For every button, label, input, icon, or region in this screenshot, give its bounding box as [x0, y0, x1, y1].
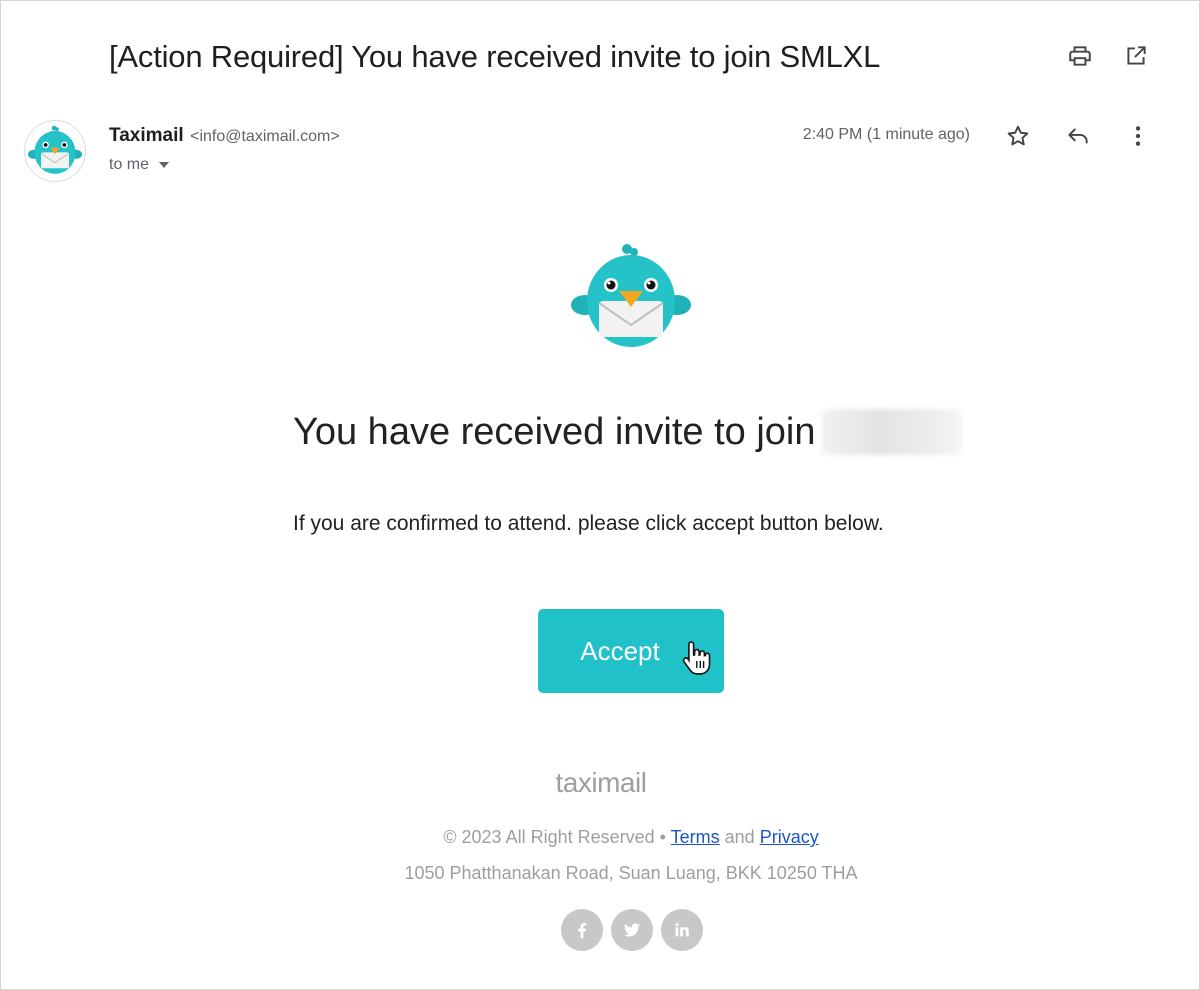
headline-text: You have received invite to join	[293, 410, 816, 453]
sender-name[interactable]: Taximail	[109, 125, 184, 146]
sender-avatar	[24, 120, 86, 182]
email-subject: [Action Required] You have received invi…	[109, 39, 881, 74]
linkedin-icon[interactable]	[661, 909, 703, 951]
chevron-down-icon	[159, 162, 170, 168]
invite-instructions: If you are confirmed to attend. please c…	[293, 512, 884, 535]
copyright-text: © 2023 All Right Reserved •	[443, 827, 666, 847]
footer-address: 1050 Phatthanakan Road, Suan Luang, BKK …	[404, 863, 858, 883]
facebook-icon[interactable]	[561, 909, 603, 951]
terms-link[interactable]: Terms	[671, 827, 720, 847]
open-in-new-icon[interactable]	[1121, 41, 1151, 71]
email-view: [Action Required] You have received invi…	[0, 0, 1200, 990]
subject-actions	[1065, 41, 1151, 71]
privacy-link[interactable]: Privacy	[760, 827, 819, 847]
sender-email: <info@taximail.com>	[190, 128, 340, 145]
print-icon[interactable]	[1065, 41, 1095, 71]
sender-info: Taximail <info@taximail.com>	[109, 125, 340, 147]
recipient-details-toggle[interactable]: to me	[109, 156, 170, 174]
accept-label: Accept	[580, 635, 660, 666]
and-text: and	[724, 827, 755, 847]
invite-headline: You have received invite to join	[293, 409, 962, 455]
footer-copyright: © 2023 All Right Reserved • Terms and Pr…	[1, 827, 1200, 848]
taximail-logo-icon	[571, 244, 691, 347]
twitter-icon[interactable]	[611, 909, 653, 951]
star-icon[interactable]	[1003, 121, 1033, 151]
email-timestamp: 2:40 PM (1 minute ago)	[802, 126, 970, 143]
hand-cursor-icon	[682, 641, 711, 675]
reply-icon[interactable]	[1063, 121, 1093, 151]
recipient-label: to me	[109, 156, 150, 173]
social-links	[561, 909, 703, 951]
message-actions	[1003, 121, 1153, 151]
redacted-org-name	[821, 409, 962, 455]
taximail-bird-icon	[27, 125, 83, 174]
footer-brand: taximail	[555, 767, 647, 798]
more-vert-icon[interactable]	[1123, 121, 1153, 151]
